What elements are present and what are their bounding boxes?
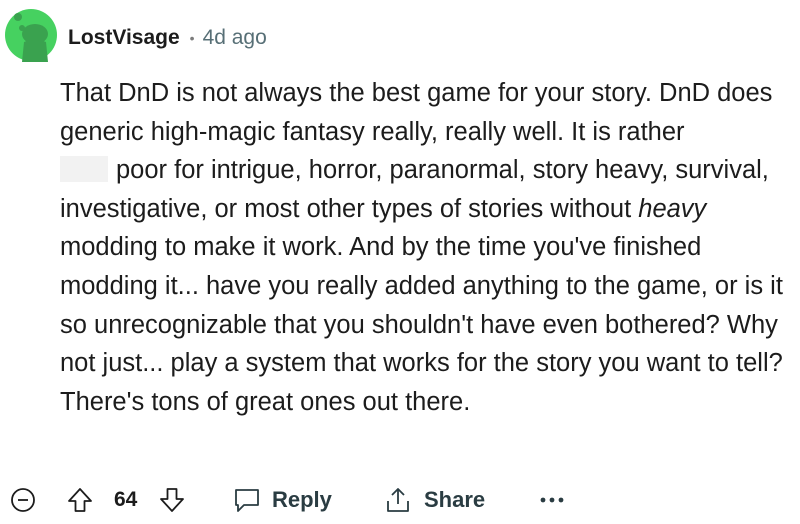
- more-options-button[interactable]: [540, 478, 564, 522]
- emphasized-text: heavy: [638, 194, 707, 223]
- comment-text-part: modding to make it work. And by the time…: [60, 233, 783, 416]
- timestamp[interactable]: 4d ago: [203, 26, 267, 50]
- collapse-minus-icon: [10, 487, 36, 513]
- more-options-icon: [540, 496, 564, 504]
- vote-count-value: 64: [114, 488, 138, 511]
- comment: LostVisage • 4d ago That DnD is not alwa…: [0, 0, 800, 524]
- comment-text-part: That DnD is not always the best game for…: [60, 79, 773, 146]
- downvote-arrow-icon: [158, 486, 186, 514]
- comment-header: LostVisage • 4d ago: [68, 22, 267, 54]
- share-label: Share: [424, 487, 486, 512]
- reply-label: Reply: [272, 487, 332, 512]
- vote-count: 64: [114, 478, 137, 522]
- share-upload-icon: [384, 486, 412, 514]
- downvote-button[interactable]: [158, 478, 186, 522]
- speech-bubble-icon: [232, 486, 262, 514]
- redacted-block: [60, 156, 108, 183]
- collapse-button[interactable]: [10, 478, 36, 522]
- snoo-avatar-icon: [5, 9, 57, 62]
- meta-separator: •: [189, 30, 195, 46]
- avatar[interactable]: [4, 8, 58, 62]
- comment-body: That DnD is not always the best game for…: [60, 74, 792, 421]
- share-button[interactable]: Share: [384, 478, 485, 522]
- upvote-button[interactable]: [66, 478, 94, 522]
- username[interactable]: LostVisage: [68, 26, 180, 50]
- reply-button[interactable]: Reply: [232, 478, 332, 522]
- action-bar: 64 Reply Share: [0, 478, 800, 522]
- upvote-arrow-icon: [66, 486, 94, 514]
